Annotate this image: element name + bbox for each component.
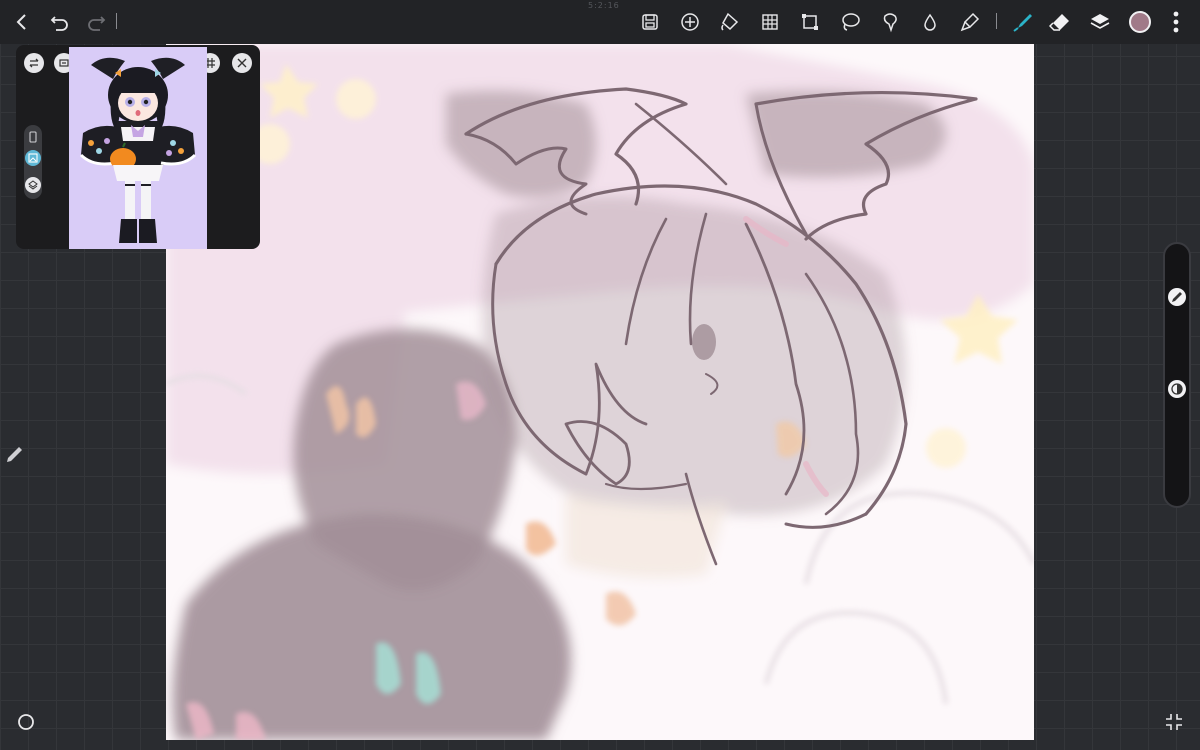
more-icon <box>1173 11 1179 33</box>
fill-bucket-icon <box>721 12 739 31</box>
close-icon <box>237 58 247 68</box>
reference-mode-switch <box>24 125 42 199</box>
grid-button[interactable] <box>754 6 786 38</box>
back-icon <box>16 14 26 30</box>
reference-image <box>69 47 207 249</box>
lasso-icon <box>842 13 860 31</box>
fill-bucket-button[interactable] <box>714 6 746 38</box>
save-icon <box>642 14 658 30</box>
opacity-icon <box>1171 383 1183 395</box>
layers-icon <box>28 180 38 190</box>
reference-panel[interactable] <box>16 45 260 249</box>
color-swatch-button[interactable] <box>1124 6 1156 38</box>
redo-button[interactable] <box>80 6 112 38</box>
redo-icon <box>88 16 106 31</box>
color-swatch-icon <box>1129 11 1151 33</box>
phone-mode-button[interactable] <box>25 129 41 145</box>
lasso-button[interactable] <box>834 6 866 38</box>
toolbar-divider <box>116 13 117 29</box>
smudge-icon <box>960 12 980 32</box>
image-mode-button[interactable] <box>25 150 41 166</box>
drawing-canvas[interactable] <box>166 44 1034 740</box>
canvas-artwork <box>166 44 1034 740</box>
layer-mode-button[interactable] <box>25 177 41 193</box>
add-button[interactable] <box>674 6 706 38</box>
fullscreen-icon <box>1166 714 1182 730</box>
brush-button[interactable] <box>1006 6 1038 38</box>
grid-icon <box>762 14 778 30</box>
brush-size-icon <box>1172 292 1182 302</box>
top-toolbar: 5:2:16 <box>0 0 1200 44</box>
side-slider-panel <box>1163 242 1191 508</box>
brush-size-slider-handle[interactable] <box>1168 288 1186 306</box>
drop-icon <box>924 13 936 31</box>
drop-button[interactable] <box>914 6 946 38</box>
opacity-slider-handle[interactable] <box>1168 380 1186 398</box>
crop-button[interactable] <box>794 6 826 38</box>
image-icon <box>28 153 38 163</box>
canvas-size-label: 5:2:16 <box>588 1 620 10</box>
flip-button[interactable] <box>24 53 44 73</box>
eraser-icon <box>1049 14 1069 31</box>
undo-button[interactable] <box>44 6 76 38</box>
circle-tool-button[interactable] <box>12 708 40 736</box>
circle-icon <box>18 714 34 730</box>
pencil-tool-button[interactable] <box>0 440 28 468</box>
add-icon <box>681 13 699 31</box>
undo-icon <box>50 16 68 31</box>
pencil-icon <box>7 447 22 462</box>
save-button[interactable] <box>634 6 666 38</box>
flip-icon <box>29 58 39 68</box>
back-button[interactable] <box>6 6 38 38</box>
ribbon-icon <box>883 13 897 33</box>
ribbon-button[interactable] <box>874 6 906 38</box>
more-button[interactable] <box>1160 6 1192 38</box>
brush-icon <box>1013 14 1032 32</box>
layers-button[interactable] <box>1084 6 1116 38</box>
eraser-button[interactable] <box>1044 6 1076 38</box>
crop-icon <box>802 14 818 30</box>
layers-icon <box>1090 14 1110 29</box>
close-reference-button[interactable] <box>232 53 252 73</box>
phone-icon <box>29 131 37 143</box>
smudge-button[interactable] <box>954 6 986 38</box>
toolbar-divider <box>996 13 997 29</box>
fullscreen-button[interactable] <box>1160 708 1188 736</box>
